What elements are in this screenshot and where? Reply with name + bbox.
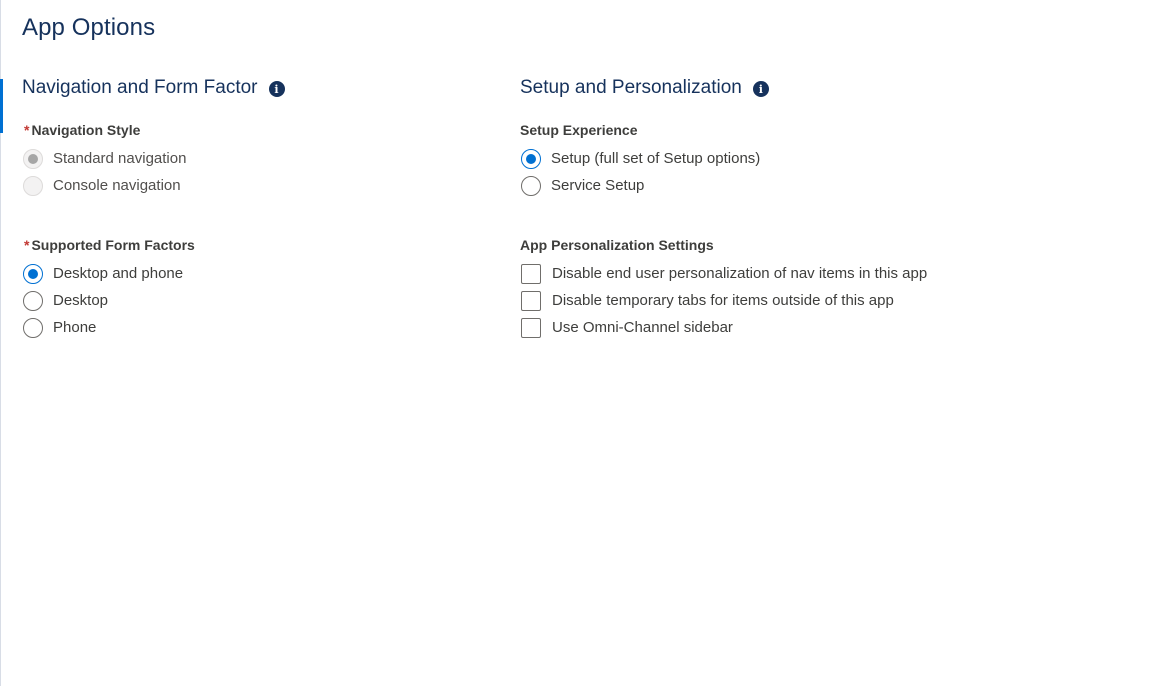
section-title-navigation: Navigation and Form Factor i <box>22 75 492 101</box>
radio-button <box>23 148 43 169</box>
option-label[interactable]: Desktop and phone <box>53 265 183 282</box>
personalization-label: App Personalization Settings <box>520 237 714 253</box>
info-icon[interactable]: i <box>752 81 769 97</box>
setup-experience-group: Setup Experience Setup (full set of Setu… <box>520 121 1140 199</box>
checkbox-omni-channel-sidebar[interactable]: Use Omni-Channel sidebar <box>520 314 1140 341</box>
navigation-style-label: * Navigation Style <box>22 121 492 139</box>
checkbox[interactable] <box>521 290 541 311</box>
option-label: Standard navigation <box>53 150 187 167</box>
option-label[interactable]: Disable temporary tabs for items outside… <box>552 292 894 309</box>
required-marker: * <box>24 122 30 138</box>
option-label[interactable]: Use Omni-Channel sidebar <box>552 319 733 336</box>
active-nav-indicator <box>0 79 3 133</box>
personalization-group: App Personalization Settings Disable end… <box>520 236 1140 341</box>
radio-desktop[interactable]: Desktop <box>22 287 492 314</box>
section-title-text: Navigation and Form Factor <box>22 77 258 98</box>
option-label[interactable]: Disable end user personalization of nav … <box>552 265 927 282</box>
navigation-style-group: * Navigation Style Standard navigation C… <box>22 121 492 199</box>
option-label[interactable]: Service Setup <box>551 177 644 194</box>
checkbox[interactable] <box>521 317 541 338</box>
checkbox-disable-nav-personalization[interactable]: Disable end user personalization of nav … <box>520 260 1140 287</box>
radio-desktop-and-phone[interactable]: Desktop and phone <box>22 260 492 287</box>
radio-service-setup[interactable]: Service Setup <box>520 172 1140 199</box>
radio-phone[interactable]: Phone <box>22 314 492 341</box>
section-title-text: Setup and Personalization <box>520 77 742 98</box>
radio-button[interactable] <box>521 148 541 169</box>
option-label[interactable]: Setup (full set of Setup options) <box>551 150 760 167</box>
checkbox-disable-temporary-tabs[interactable]: Disable temporary tabs for items outside… <box>520 287 1140 314</box>
radio-button[interactable] <box>23 290 43 311</box>
setup-experience-label: Setup Experience <box>520 122 638 138</box>
form-factors-group: * Supported Form Factors Desktop and pho… <box>22 236 492 341</box>
setup-personalization-section: Setup and Personalization i Setup Experi… <box>520 75 1140 341</box>
section-title-setup: Setup and Personalization i <box>520 75 1140 101</box>
info-icon[interactable]: i <box>268 81 285 97</box>
radio-button <box>23 175 43 196</box>
option-label[interactable]: Phone <box>53 319 96 336</box>
radio-standard-navigation: Standard navigation <box>22 145 492 172</box>
app-options-page: App Options Navigation and Form Factor i… <box>0 0 1170 686</box>
navigation-form-factor-section: Navigation and Form Factor i * Navigatio… <box>22 75 492 341</box>
option-label[interactable]: Desktop <box>53 292 108 309</box>
form-factors-label: * Supported Form Factors <box>22 236 492 254</box>
group-label-text: Supported Form Factors <box>31 237 195 253</box>
radio-button[interactable] <box>23 317 43 338</box>
group-label-text: Navigation Style <box>31 122 141 138</box>
radio-full-setup[interactable]: Setup (full set of Setup options) <box>520 145 1140 172</box>
required-marker: * <box>24 237 30 253</box>
radio-button[interactable] <box>521 175 541 196</box>
radio-button[interactable] <box>23 263 43 284</box>
option-label: Console navigation <box>53 177 181 194</box>
radio-console-navigation: Console navigation <box>22 172 492 199</box>
checkbox[interactable] <box>521 263 541 284</box>
page-title: App Options <box>22 14 156 41</box>
